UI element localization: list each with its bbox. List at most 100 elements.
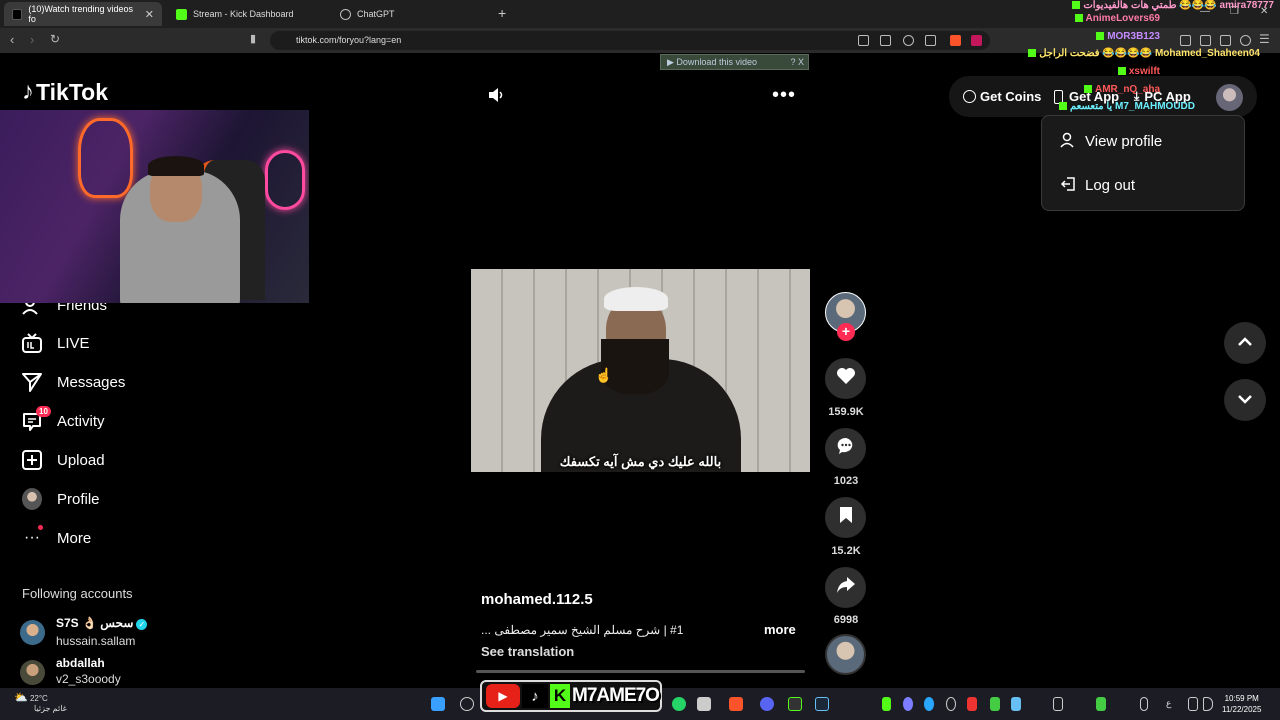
share-button[interactable] <box>825 567 866 608</box>
kick-icon <box>1074 14 1083 23</box>
tab-label: ChatGPT <box>357 9 395 19</box>
kick-icon <box>1059 102 1067 111</box>
close-tab-icon[interactable]: ✕ <box>145 8 154 21</box>
share-count: 6998 <box>833 614 859 626</box>
coin-icon <box>963 90 976 103</box>
tray-headset-icon[interactable] <box>946 697 956 711</box>
tray-steam-icon[interactable] <box>1011 697 1021 711</box>
save-button[interactable] <box>825 497 866 538</box>
video-progress-bar[interactable] <box>476 670 805 673</box>
music-disc[interactable] <box>825 634 866 675</box>
system-clock[interactable]: 10:59 PM 11/22/2025 <box>1222 693 1261 715</box>
tiktok-brand-icon: ♪ <box>522 684 548 708</box>
description-more-button[interactable]: more <box>764 622 796 637</box>
get-coins-button[interactable]: Get Coins <box>963 89 1041 104</box>
webcam-overlay <box>0 110 309 303</box>
sidebar-item-profile[interactable]: Profile <box>22 488 100 510</box>
sidebar-item-activity[interactable]: 10 Activity <box>22 406 105 431</box>
tray-usb-icon[interactable] <box>1053 697 1063 711</box>
tab-kick[interactable]: Stream - Kick Dashboard <box>168 2 328 26</box>
sidebar-item-messages[interactable]: Messages <box>22 372 125 392</box>
kick-icon <box>1096 32 1105 41</box>
discord-icon[interactable] <box>760 697 774 711</box>
tray-mic-icon[interactable] <box>1140 697 1148 711</box>
streamer-hair <box>148 156 204 176</box>
log-out-item[interactable]: Log out <box>1060 176 1135 195</box>
brave-icon[interactable] <box>729 697 743 711</box>
chat-message: يا متعسعم M7_MAHMOUDD <box>1059 101 1195 112</box>
sidebar-item-label: Messages <box>57 373 126 391</box>
comment-icon <box>836 436 856 461</box>
following-account[interactable]: abdallah v2_s3ooody <box>20 656 121 688</box>
new-tab-button[interactable]: + <box>498 5 506 21</box>
view-profile-item[interactable]: View profile <box>1060 132 1162 151</box>
following-accounts-title: Following accounts <box>22 586 133 601</box>
user-avatar[interactable] <box>1216 84 1243 111</box>
notepad-icon[interactable] <box>697 697 711 711</box>
url-text: tiktok.com/foryou?lang=en <box>296 35 402 45</box>
tray-shield-icon[interactable] <box>1096 697 1106 711</box>
input-language[interactable]: ع <box>1166 698 1171 709</box>
zoom-icon[interactable] <box>903 35 914 46</box>
comment-count: 1023 <box>833 475 859 487</box>
video-player[interactable]: بالله عليك دي مش آيه تكسفك <box>471 269 810 472</box>
brave-rewards-icon[interactable] <box>971 35 982 46</box>
follow-plus-icon[interactable]: + <box>837 323 855 341</box>
tray-discord-icon[interactable] <box>903 697 913 711</box>
following-account[interactable]: S7S 👌🏻 سحس ✓ hussain.sallam <box>20 614 148 650</box>
sidebar-item-label: More <box>57 529 92 547</box>
sidebar-item-more[interactable]: ··· More <box>22 525 92 548</box>
clock-time: 10:59 PM <box>1224 694 1259 703</box>
tab-tiktok[interactable]: (10)Watch trending videos fo ✕ <box>4 2 162 26</box>
windows-start-icon[interactable] <box>431 697 445 711</box>
video-speaker-cap <box>604 287 668 311</box>
reader-icon[interactable] <box>858 35 869 46</box>
wallet-icon[interactable] <box>1200 35 1211 46</box>
tiktok-logo[interactable]: ♪ TikTok <box>22 78 108 106</box>
chat-message: MOR3B123 <box>1096 31 1160 42</box>
clock-date: 11/22/2025 <box>1222 705 1262 714</box>
volume-tray-icon[interactable] <box>1203 697 1213 711</box>
whatsapp-icon[interactable] <box>672 697 686 711</box>
reload-icon[interactable]: ↻ <box>50 32 60 46</box>
tray-app-icon[interactable] <box>924 697 934 711</box>
extensions-icon[interactable] <box>1220 35 1231 46</box>
avatar <box>20 619 45 645</box>
see-translation-button[interactable]: See translation <box>481 644 574 659</box>
network-icon[interactable] <box>1188 697 1198 711</box>
obs-icon[interactable] <box>788 697 802 711</box>
vpn-icon[interactable] <box>1240 35 1251 46</box>
bookmark-icon[interactable]: ▮ <box>250 32 256 45</box>
sidebar-item-upload[interactable]: Upload <box>22 450 105 470</box>
like-button[interactable] <box>825 358 866 399</box>
steam-icon[interactable] <box>815 697 829 711</box>
tray-download-icon[interactable] <box>967 697 977 711</box>
volume-icon[interactable] <box>487 86 505 109</box>
tab-chatgpt[interactable]: ChatGPT <box>332 2 492 26</box>
video-options-icon[interactable]: ••• <box>772 84 796 107</box>
tray-nvidia-icon[interactable] <box>990 697 1000 711</box>
video-author[interactable]: mohamed.112.5 <box>481 591 593 608</box>
chat-message: فضحت الراجل 😂😂😂😂 Mohamed_Shaheen04 <box>1028 48 1260 59</box>
download-help[interactable]: ? X <box>790 57 804 67</box>
sidebar-icon[interactable] <box>1180 35 1191 46</box>
menu-icon[interactable]: ☰ <box>1259 32 1270 46</box>
screen: (10)Watch trending videos fo ✕ Stream - … <box>0 0 1280 720</box>
weather-widget[interactable]: ⛅ 22°C غائم جزئيا <box>14 693 67 714</box>
brave-shields-icon[interactable] <box>950 35 961 46</box>
chat-text: طمتي هات هالفيديوات 😂😂😂 amira78777 <box>1083 0 1274 11</box>
sidebar-item-live[interactable]: LIVE <box>22 333 90 353</box>
next-video-button[interactable] <box>1224 379 1266 421</box>
search-icon[interactable] <box>460 697 474 711</box>
heart-icon <box>836 367 856 390</box>
back-icon[interactable]: ‹ <box>10 32 14 47</box>
previous-video-button[interactable] <box>1224 322 1266 364</box>
cast-icon[interactable] <box>880 35 891 46</box>
like-count: 159.9K <box>828 406 864 418</box>
comment-button[interactable] <box>825 428 866 469</box>
download-video-bar[interactable]: ▶ Download this video ? X <box>660 54 809 70</box>
forward-icon[interactable]: › <box>30 32 34 47</box>
avatar <box>20 659 45 685</box>
share-icon[interactable] <box>925 35 936 46</box>
tray-kick-icon[interactable] <box>882 697 891 711</box>
